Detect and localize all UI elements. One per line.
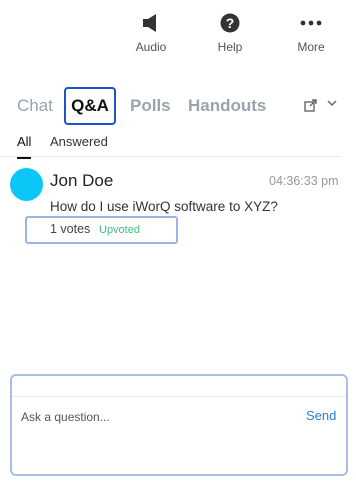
svg-text:?: ? [226,15,235,31]
tab-chat[interactable]: Chat [17,88,53,124]
more-label: More [297,40,325,54]
send-button[interactable]: Send [306,408,336,423]
panel-tabs: Chat Q&A Polls Handouts [0,87,356,125]
ask-question-box: Send [10,374,348,476]
toolbar: Audio ? Help More [0,0,356,80]
tab-qa[interactable]: Q&A [64,87,116,125]
speaker-icon [121,10,181,36]
more-button[interactable]: More [281,10,341,54]
subtab-answered[interactable]: Answered [50,134,108,149]
audio-label: Audio [135,40,167,54]
audio-button[interactable]: Audio [121,10,181,54]
tab-handouts[interactable]: Handouts [188,88,266,124]
popout-icon[interactable] [304,99,317,117]
avatar [10,168,43,201]
question-author: Jon Doe [50,171,114,190]
qa-filter-tabs: All Answered [0,132,340,159]
vote-count: 1 votes [50,222,91,236]
help-icon: ? [200,10,260,36]
divider [12,396,346,397]
help-button[interactable]: ? Help [200,10,260,54]
upvote-button[interactable]: 1 votes Upvoted [25,216,178,244]
tab-polls[interactable]: Polls [130,88,171,124]
help-label: Help [217,40,243,54]
ask-question-input[interactable] [21,410,281,424]
chevron-down-icon[interactable] [327,97,337,111]
question-text: How do I use iWorQ software to XYZ? [50,199,278,214]
subtab-all[interactable]: All [17,134,32,159]
more-dots-icon [281,10,341,36]
question-time: 04:36:33 pm [269,174,339,188]
vote-status: Upvoted [99,224,140,236]
